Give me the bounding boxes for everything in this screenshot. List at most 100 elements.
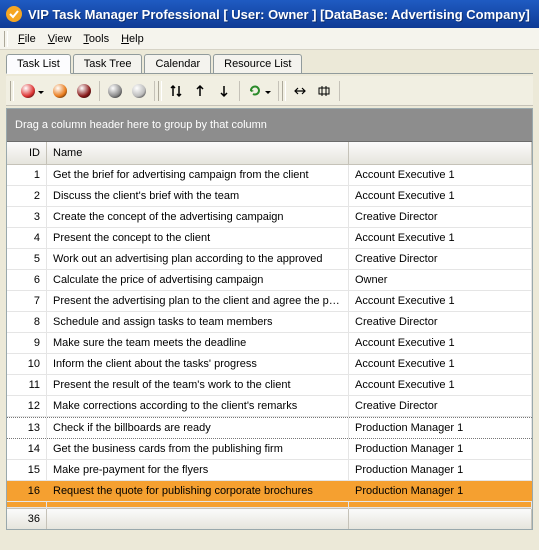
refresh-icon[interactable] (243, 79, 275, 103)
cell-id: 7 (7, 291, 47, 311)
cell-id: 4 (7, 228, 47, 248)
table-row[interactable]: 12Make corrections according to the clie… (7, 396, 532, 417)
cell-id: 3 (7, 207, 47, 227)
cell-id: 16 (7, 481, 47, 501)
cell-name: Schedule and assign tasks to team member… (47, 312, 349, 332)
cell-name: Make corrections according to the client… (47, 396, 349, 416)
cell-name: Get the business cards from the publishi… (47, 439, 349, 459)
table-row[interactable]: 16Request the quote for publishing corpo… (7, 481, 532, 502)
table-row[interactable]: 1Get the brief for advertising campaign … (7, 165, 532, 186)
cell-name: Present the advertising plan to the clie… (47, 291, 349, 311)
cell-name: Inform the client about the tasks' progr… (47, 354, 349, 374)
toolbar (6, 76, 533, 106)
toolbar-sep-4 (278, 81, 279, 101)
cell-name: Check if the billboards are ready (47, 418, 349, 438)
table-row[interactable]: 2Discuss the client's brief with the tea… (7, 186, 532, 207)
cell-name: Present the result of the team's work to… (47, 375, 349, 395)
toolbar-grip[interactable] (10, 81, 14, 101)
toolbar-grip-3[interactable] (282, 81, 286, 101)
cell-assignee: Account Executive 1 (349, 291, 532, 311)
cell-id: 9 (7, 333, 47, 353)
tab-task-tree[interactable]: Task Tree (73, 54, 143, 73)
menu-view[interactable]: View (42, 31, 78, 47)
cell-assignee: Account Executive 1 (349, 333, 532, 353)
toolbar-sep-2 (154, 81, 155, 101)
toolbar-sep (99, 81, 100, 101)
menubar-grip[interactable] (4, 31, 8, 47)
table-row[interactable]: 8Schedule and assign tasks to team membe… (7, 312, 532, 333)
cell-assignee: Production Manager 1 (349, 460, 532, 480)
expand-icon[interactable] (312, 79, 336, 103)
cell-id: 11 (7, 375, 47, 395)
status-darkred[interactable] (72, 79, 96, 103)
sort-down-icon[interactable] (212, 79, 236, 103)
cell-assignee: Owner (349, 270, 532, 290)
tab-resource-list[interactable]: Resource List (213, 54, 302, 73)
cell-id: 15 (7, 460, 47, 480)
cell-assignee: Account Executive 1 (349, 165, 532, 185)
cell-assignee: Account Executive 1 (349, 375, 532, 395)
status-grey[interactable] (103, 79, 127, 103)
tab-task-list[interactable]: Task List (6, 54, 71, 74)
status-lightgrey[interactable] (127, 79, 151, 103)
table-row[interactable]: 14Get the business cards from the publis… (7, 439, 532, 460)
sort-up-icon[interactable] (188, 79, 212, 103)
col-header-name[interactable]: Name (47, 142, 349, 164)
table-row[interactable] (7, 502, 532, 508)
table-row[interactable]: 9Make sure the team meets the deadlineAc… (7, 333, 532, 354)
task-grid: Drag a column header here to group by th… (6, 108, 533, 530)
cell-name: Request the quote for publishing corpora… (47, 481, 349, 501)
cell-id: 12 (7, 396, 47, 416)
toolbar-sep-3 (239, 81, 240, 101)
table-row[interactable]: 4Present the concept to the clientAccoun… (7, 228, 532, 249)
cell-name: Work out an advertising plan according t… (47, 249, 349, 269)
cell-assignee: Production Manager 1 (349, 418, 532, 438)
cell-assignee: Production Manager 1 (349, 481, 532, 501)
cell-assignee: Creative Director (349, 396, 532, 416)
group-by-panel[interactable]: Drag a column header here to group by th… (7, 109, 532, 142)
status-filter-red[interactable] (16, 79, 48, 103)
table-row[interactable]: 3Create the concept of the advertising c… (7, 207, 532, 228)
cell-name: Present the concept to the client (47, 228, 349, 248)
cell-id: 2 (7, 186, 47, 206)
table-row[interactable]: 5Work out an advertising plan according … (7, 249, 532, 270)
cell-id: 6 (7, 270, 47, 290)
cell-assignee: Creative Director (349, 207, 532, 227)
app-icon (6, 6, 22, 22)
menu-bar: File View Tools Help (0, 28, 539, 50)
cell-name: Create the concept of the advertising ca… (47, 207, 349, 227)
cell-name: Calculate the price of advertising campa… (47, 270, 349, 290)
cell-name: Make pre-payment for the flyers (47, 460, 349, 480)
cell-name: Get the brief for advertising campaign f… (47, 165, 349, 185)
col-header-assignee[interactable] (349, 142, 532, 164)
grid-footer: 36 (7, 508, 532, 529)
cell-id: 1 (7, 165, 47, 185)
cell-assignee: Account Executive 1 (349, 354, 532, 374)
cell-assignee: Creative Director (349, 312, 532, 332)
col-header-id[interactable]: ID (7, 142, 47, 164)
toolbar-sep-5 (339, 81, 340, 101)
cell-name: Make sure the team meets the deadline (47, 333, 349, 353)
tab-calendar[interactable]: Calendar (144, 54, 211, 73)
table-row[interactable]: 6Calculate the price of advertising camp… (7, 270, 532, 291)
cell-id: 14 (7, 439, 47, 459)
menu-file[interactable]: File (12, 31, 42, 47)
table-row[interactable]: 15Make pre-payment for the flyersProduct… (7, 460, 532, 481)
sort-both-icon[interactable] (164, 79, 188, 103)
cell-assignee: Production Manager 1 (349, 439, 532, 459)
title-bar: VIP Task Manager Professional [ User: Ow… (0, 0, 539, 28)
cell-assignee: Account Executive 1 (349, 186, 532, 206)
toolbar-grip-2[interactable] (158, 81, 162, 101)
cell-assignee: Creative Director (349, 249, 532, 269)
table-row[interactable]: 13Check if the billboards are readyProdu… (7, 417, 532, 439)
cell-id: 13 (7, 418, 47, 438)
window-title: VIP Task Manager Professional [ User: Ow… (28, 7, 530, 22)
status-orange[interactable] (48, 79, 72, 103)
table-row[interactable]: 10Inform the client about the tasks' pro… (7, 354, 532, 375)
menu-help[interactable]: Help (115, 31, 150, 47)
table-row[interactable]: 7Present the advertising plan to the cli… (7, 291, 532, 312)
menu-tools[interactable]: Tools (77, 31, 115, 47)
table-row[interactable]: 11Present the result of the team's work … (7, 375, 532, 396)
collapse-icon[interactable] (288, 79, 312, 103)
cell-id: 8 (7, 312, 47, 332)
